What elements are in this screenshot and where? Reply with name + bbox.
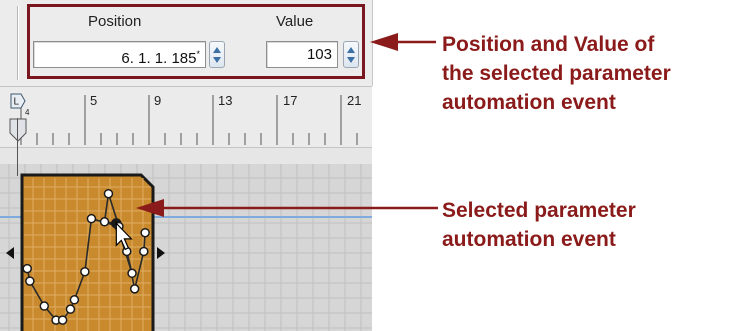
value-value: 103 bbox=[306, 46, 332, 63]
value-spin-down-icon[interactable] bbox=[347, 57, 355, 63]
automation-event[interactable] bbox=[25, 276, 35, 286]
position-label: Position bbox=[88, 13, 142, 30]
callout-top-line-3: automation event bbox=[442, 91, 616, 114]
ruler-bar-13: 13 bbox=[218, 93, 233, 108]
loop-marker-label: L bbox=[14, 97, 20, 108]
arrange-canvas[interactable] bbox=[0, 148, 372, 331]
automation-event[interactable] bbox=[127, 268, 137, 279]
loop-marker-sub: 4 bbox=[25, 108, 30, 117]
automation-event[interactable] bbox=[80, 266, 90, 277]
automation-event[interactable] bbox=[99, 217, 110, 227]
position-modified-mark: * bbox=[196, 49, 200, 59]
position-spin-down-icon[interactable] bbox=[213, 57, 221, 63]
playhead-line bbox=[17, 118, 18, 176]
ruler-bar-17: 17 bbox=[283, 93, 298, 108]
automation-event[interactable] bbox=[69, 295, 80, 305]
callout-selected-event: Selected parameter automation event bbox=[442, 196, 636, 254]
automation-event[interactable] bbox=[65, 304, 76, 314]
automation-event[interactable] bbox=[140, 227, 150, 238]
callout-arrow-top bbox=[370, 33, 436, 51]
value-spin-up-icon[interactable] bbox=[347, 47, 355, 53]
loop-marker-icon[interactable]: L bbox=[10, 93, 26, 115]
clip-right-handle-icon[interactable] bbox=[157, 247, 165, 259]
automation-event[interactable] bbox=[22, 263, 32, 274]
ruler-bar-5: 5 bbox=[90, 93, 98, 108]
callout-bottom-line-1: Selected parameter bbox=[442, 199, 636, 222]
ruler-bar-9: 9 bbox=[154, 93, 162, 108]
automation-event[interactable] bbox=[103, 188, 114, 199]
position-spinner[interactable] bbox=[209, 41, 225, 68]
callout-arrow-bottom bbox=[136, 199, 438, 217]
position-marker-icon[interactable] bbox=[9, 118, 27, 142]
automation-event[interactable] bbox=[39, 301, 50, 311]
automation-editor-screenshot: Position 6. 1. 1. 185* Value 103 5 9 13 … bbox=[0, 0, 738, 331]
ruler-ticks bbox=[0, 95, 372, 149]
ruler-bar-21: 21 bbox=[347, 93, 362, 108]
value-label: Value bbox=[276, 13, 314, 30]
timeline-ruler[interactable] bbox=[0, 86, 372, 149]
automation-event[interactable] bbox=[139, 246, 149, 257]
automation-event[interactable] bbox=[86, 213, 97, 224]
value-field[interactable]: 103 bbox=[266, 41, 338, 68]
arrange-area[interactable] bbox=[0, 148, 372, 331]
callout-top-line-1: Position and Value of bbox=[442, 33, 655, 56]
position-spin-up-icon[interactable] bbox=[213, 47, 221, 53]
callout-bottom-line-2: automation event bbox=[442, 228, 616, 251]
position-value: 6. 1. 1. 185 bbox=[121, 50, 197, 67]
callout-top-line-2: the selected parameter bbox=[442, 62, 671, 85]
automation-event[interactable] bbox=[57, 315, 68, 325]
track-header-row bbox=[0, 148, 372, 164]
position-field[interactable]: 6. 1. 1. 185* bbox=[33, 41, 206, 68]
toolbar-separator bbox=[17, 6, 19, 80]
value-spinner[interactable] bbox=[343, 41, 359, 68]
clip-left-handle-icon[interactable] bbox=[6, 247, 14, 259]
callout-position-value: Position and Value of the selected param… bbox=[442, 30, 671, 117]
automation-event[interactable] bbox=[129, 284, 140, 294]
